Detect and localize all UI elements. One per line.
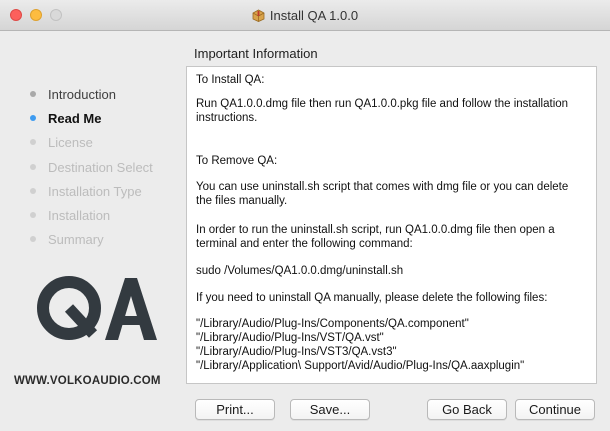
step-label: Installation [48,208,111,223]
step-status-dot [30,164,36,170]
steps-sidebar: Introduction Read Me License Destination… [0,31,190,431]
step-status-dot [30,139,36,145]
step-label: Introduction [48,87,116,102]
pane-title: Important Information [194,46,318,61]
step-label: Installation Type [48,184,142,199]
readme-paragraph: sudo /Volumes/QA1.0.0.dmg/uninstall.sh [196,265,404,277]
step-installation-type: Installation Type [30,184,142,199]
go-back-button[interactable]: Go Back [427,399,507,420]
readme-paragraph: You can use uninstall.sh script that com… [196,181,569,207]
readme-file-list: "/Library/Audio/Plug-Ins/Components/QA.c… [196,318,525,372]
step-summary: Summary [30,232,104,247]
step-label: Destination Select [48,160,153,175]
step-introduction: Introduction [30,87,116,102]
readme-paragraph: Run QA1.0.0.dmg file then run QA1.0.0.pk… [196,98,569,124]
print-button[interactable]: Print... [195,399,275,420]
step-label: Read Me [48,111,102,126]
readme-paragraph: If you need to uninstall QA manually, pl… [196,292,548,304]
window-title: Install QA 1.0.0 [0,8,610,23]
step-status-dot [30,91,36,97]
step-read-me: Read Me [30,111,101,126]
window-title-text: Install QA 1.0.0 [269,8,359,23]
step-label: Summary [48,232,104,247]
qa-logo [33,272,158,349]
step-status-dot [30,236,36,242]
step-status-dot [30,115,36,121]
step-status-dot [30,188,36,194]
step-status-dot [30,212,36,218]
title-bar: Install QA 1.0.0 [0,0,610,31]
continue-button[interactable]: Continue [515,399,595,420]
website-url: WWW.VOLKOAUDIO.COM [14,375,161,387]
readme-paragraph: To Install QA: [196,74,265,86]
save-button[interactable]: Save... [290,399,370,420]
readme-paragraph: In order to run the uninstall.sh script,… [196,224,555,250]
step-installation: Installation [30,208,110,223]
step-destination-select: Destination Select [30,160,153,175]
step-label: License [48,135,93,150]
installer-window: Install QA 1.0.0 Introduction Read Me Li… [0,0,610,431]
package-icon [252,9,265,22]
step-license: License [30,135,93,150]
readme-paragraph: To Remove QA: [196,155,278,167]
read-me-text-area[interactable]: To Install QA: Run QA1.0.0.dmg file then… [186,66,597,384]
